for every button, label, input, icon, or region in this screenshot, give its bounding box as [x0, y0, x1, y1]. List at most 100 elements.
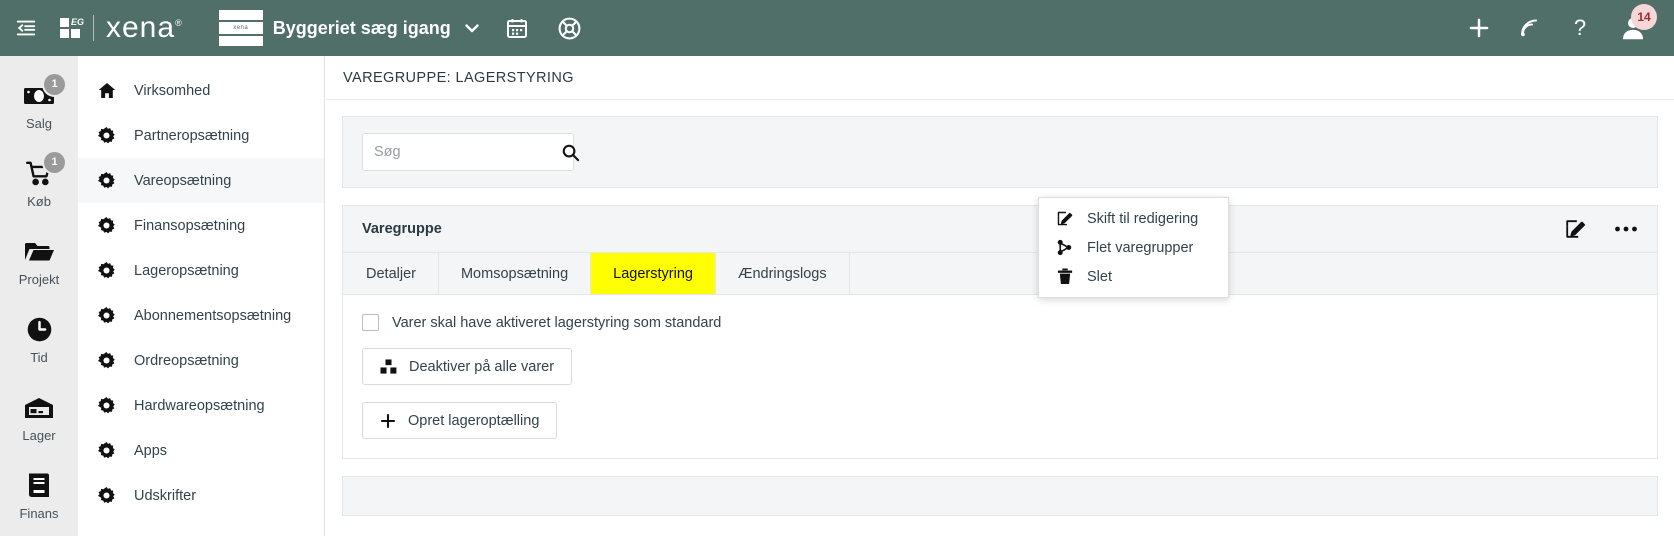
- lifebuoy-icon[interactable]: [557, 16, 582, 41]
- gear-icon: [97, 442, 116, 459]
- company-name: Byggeriet sæg igang: [273, 18, 451, 39]
- page-title-bar: VAREGRUPPE: LAGERSTYRING: [326, 56, 1674, 100]
- rss-icon[interactable]: [1518, 16, 1542, 40]
- tab-lagerstyring[interactable]: Lagerstyring: [591, 253, 716, 294]
- rail-item-tid[interactable]: Tid: [0, 300, 78, 378]
- deactivate-row: Deaktiver på alle varer: [362, 331, 1638, 385]
- rail-item-salg[interactable]: 1 Salg: [0, 66, 78, 144]
- question-mark-icon[interactable]: ?: [1568, 16, 1592, 40]
- rail-item-projekt[interactable]: Projekt: [0, 222, 78, 300]
- edit-pencil-icon: [1056, 210, 1073, 227]
- menu-item-skift-til-redigering[interactable]: Skift til redigering: [1039, 204, 1228, 233]
- sidebar-label-udskrifter: Udskrifter: [134, 488, 196, 504]
- merge-branch-icon: [1056, 239, 1073, 256]
- search-card: [342, 116, 1658, 188]
- rail-label-projekt: Projekt: [19, 272, 59, 287]
- sidebar-item-virksomhed[interactable]: Virksomhed: [78, 68, 324, 113]
- default-stock-label: Varer skal have aktiveret lagerstyring s…: [392, 315, 721, 331]
- gear-icon: [97, 217, 116, 234]
- deactivate-all-items-button[interactable]: Deaktiver på alle varer: [362, 348, 572, 385]
- eg-logo-mark: EG: [60, 18, 80, 38]
- search-box[interactable]: [362, 133, 574, 171]
- search-input[interactable]: [374, 144, 561, 160]
- menu-label-slet: Slet: [1087, 269, 1112, 285]
- gear-icon: [97, 352, 116, 369]
- menu-label-flet-varegrupper: Flet varegrupper: [1087, 240, 1193, 256]
- card-header-actions: [1564, 218, 1638, 240]
- folder-open-icon: [22, 236, 56, 268]
- rail-label-koeb: Køb: [27, 194, 51, 209]
- shopping-cart-icon: 1: [22, 158, 56, 190]
- sidebar-item-hardwareopsaetning[interactable]: Hardwareopsætning: [78, 383, 324, 428]
- search-icon[interactable]: [561, 143, 580, 162]
- boxes-icon: [380, 359, 397, 375]
- warehouse-icon: [22, 392, 56, 424]
- sidebar-label-virksomhed: Virksomhed: [134, 83, 210, 99]
- tab-momsopsaetning[interactable]: Momsopsætning: [439, 253, 591, 294]
- gear-icon: [97, 262, 116, 279]
- tab-label-momsopsaetning: Momsopsætning: [461, 266, 568, 282]
- chevron-down-icon[interactable]: [465, 24, 479, 33]
- create-stocktake-label: Opret lageroptælling: [408, 413, 539, 429]
- card-tabs: Detaljer Momsopsætning Lagerstyring Ændr…: [343, 253, 1657, 295]
- rail-label-salg: Salg: [26, 116, 52, 131]
- topbar-actions: ? 14: [1466, 13, 1674, 43]
- varegruppe-card: Varegruppe: [342, 205, 1658, 459]
- settings-nav-list: Virksomhed Partneropsætning Vareopsætnin…: [78, 56, 325, 536]
- sidebar-label-hardwareopsaetning: Hardwareopsætning: [134, 398, 265, 414]
- main-content: VAREGRUPPE: LAGERSTYRING Varegruppe: [326, 56, 1674, 536]
- card-title: Varegruppe: [362, 221, 442, 237]
- sidebar-label-vareopsaetning: Vareopsætning: [134, 173, 231, 189]
- card-context-menu: Skift til redigering Flet varegrupper: [1038, 197, 1229, 298]
- calendar-icon[interactable]: [505, 16, 529, 40]
- default-stock-row: Varer skal have aktiveret lagerstyring s…: [362, 314, 1638, 331]
- collapse-sidebar-icon[interactable]: [0, 0, 52, 56]
- content-area: Varegruppe: [326, 100, 1674, 532]
- rail-badge-koeb: 1: [44, 152, 65, 173]
- menu-item-slet[interactable]: Slet: [1039, 262, 1228, 291]
- sidebar-item-finansopsaetning[interactable]: Finansopsætning: [78, 203, 324, 248]
- menu-item-flet-varegrupper[interactable]: Flet varegrupper: [1039, 233, 1228, 262]
- sidebar-item-partneropsaetning[interactable]: Partneropsætning: [78, 113, 324, 158]
- secondary-card: [342, 476, 1658, 516]
- gear-icon: [97, 172, 116, 189]
- company-logo: xena: [219, 10, 263, 46]
- trash-icon: [1056, 268, 1073, 285]
- company-selector[interactable]: xena Byggeriet sæg igang: [219, 10, 479, 46]
- tab-label-lagerstyring: Lagerstyring: [613, 266, 693, 282]
- rail-item-koeb[interactable]: 1 Køb: [0, 144, 78, 222]
- sidebar-label-partneropsaetning: Partneropsætning: [134, 128, 249, 144]
- xena-wordmark: xena®: [106, 13, 183, 43]
- tab-panel-lagerstyring: Varer skal have aktiveret lagerstyring s…: [343, 295, 1657, 458]
- gear-icon: [97, 487, 116, 504]
- menu-label-skift-til-redigering: Skift til redigering: [1087, 211, 1198, 227]
- edit-pencil-icon[interactable]: [1564, 218, 1586, 240]
- sidebar-item-lageropsaetning[interactable]: Lageropsætning: [78, 248, 324, 293]
- rail-item-lager[interactable]: Lager: [0, 378, 78, 456]
- sidebar-label-lageropsaetning: Lageropsætning: [134, 263, 239, 279]
- gear-icon: [97, 127, 116, 144]
- plus-icon[interactable]: [1466, 15, 1492, 41]
- logo-divider: [93, 15, 94, 41]
- sidebar-item-apps[interactable]: Apps: [78, 428, 324, 473]
- tab-aendringslogs[interactable]: Ændringslogs: [716, 253, 850, 294]
- ellipsis-icon[interactable]: [1614, 225, 1638, 233]
- sidebar-item-udskrifter[interactable]: Udskrifter: [78, 473, 324, 518]
- sidebar-label-apps: Apps: [134, 443, 167, 459]
- sidebar-item-ordreopsaetning[interactable]: Ordreopsætning: [78, 338, 324, 383]
- tab-detaljer[interactable]: Detaljer: [343, 253, 439, 294]
- user-avatar[interactable]: 14: [1618, 13, 1648, 43]
- clock-icon: [22, 314, 56, 346]
- rail-badge-salg: 1: [44, 74, 65, 95]
- sidebar-item-vareopsaetning[interactable]: Vareopsætning: [78, 158, 324, 203]
- create-stocktake-button[interactable]: Opret lageroptælling: [362, 402, 557, 439]
- gear-icon: [97, 397, 116, 414]
- application-window: EG xena® xena Byggeriet sæg igang: [0, 0, 1674, 536]
- module-rail: 1 Salg 1 Køb Projekt: [0, 56, 78, 536]
- registered-mark: ®: [175, 18, 183, 28]
- sidebar-item-abonnementsopsaetning[interactable]: Abonnementsopsætning: [78, 293, 324, 338]
- page-title: VAREGRUPPE: LAGERSTYRING: [343, 70, 574, 86]
- default-stock-checkbox[interactable]: [362, 314, 379, 331]
- eg-logo[interactable]: EG xena®: [60, 13, 183, 43]
- rail-item-finans[interactable]: Finans: [0, 456, 78, 534]
